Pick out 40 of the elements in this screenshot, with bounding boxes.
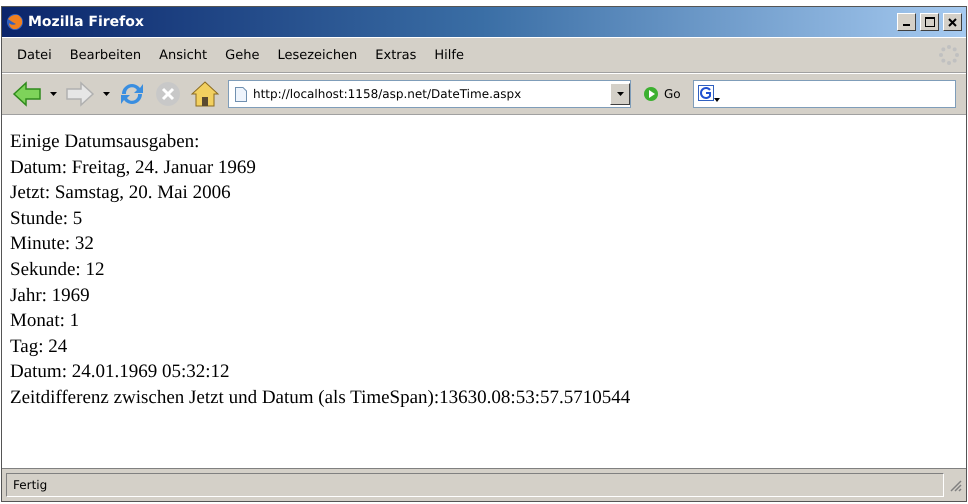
text-line: Minute: 32 bbox=[10, 232, 95, 256]
play-icon bbox=[643, 86, 659, 102]
home-icon[interactable] bbox=[190, 80, 220, 108]
menu-item[interactable]: Extras bbox=[366, 46, 426, 64]
caret-icon[interactable] bbox=[103, 92, 110, 96]
caret-icon[interactable] bbox=[50, 92, 57, 96]
menu-item[interactable]: Gehe bbox=[216, 46, 268, 64]
menu-item[interactable]: Lesezeichen bbox=[268, 46, 366, 64]
status-text: Fertig bbox=[6, 473, 944, 497]
text-line: Monat: 1 bbox=[10, 309, 80, 334]
text-line: Jahr: 1969 bbox=[10, 284, 91, 308]
address-text: http://localhost:1158/asp.net/DateTime.aspx bbox=[253, 87, 522, 101]
menu-item[interactable]: Hilfe bbox=[425, 46, 473, 64]
page-icon bbox=[235, 86, 247, 102]
minimize-button[interactable] bbox=[897, 13, 916, 31]
maximize-button[interactable] bbox=[920, 13, 939, 31]
back-arrow-icon[interactable] bbox=[12, 81, 42, 107]
text-line: Stunde: 5 bbox=[10, 206, 84, 231]
text-line: Tag: 24 bbox=[10, 334, 68, 359]
menu-item[interactable]: Bearbeiten bbox=[60, 46, 150, 64]
search-field[interactable] bbox=[692, 80, 956, 108]
text-line: Jetzt: Samstag, 20. Mai 2006 bbox=[10, 181, 232, 206]
caret-icon bbox=[616, 92, 624, 96]
close-icon bbox=[948, 18, 957, 26]
fox-globe-icon bbox=[6, 13, 24, 31]
text-line: Zeitdifferenz zwischen Jetzt und Datum (als TimeSpan):13630.08:53:57.5710544 bbox=[10, 386, 632, 410]
menu-item[interactable]: Datei bbox=[8, 46, 61, 64]
close-button[interactable] bbox=[943, 13, 962, 31]
text-line: Einige Datumsausgaben: bbox=[10, 130, 200, 154]
search-engine-icon[interactable] bbox=[698, 85, 722, 103]
text-line: Sekunde: 12 bbox=[10, 258, 106, 282]
menu-item[interactable]: Ansicht bbox=[150, 46, 216, 64]
dropdown-button[interactable] bbox=[610, 83, 630, 105]
go-button[interactable]: Go bbox=[639, 86, 685, 102]
window-title: Mozilla Firefox bbox=[28, 14, 145, 30]
address-field[interactable]: http://localhost:1158/asp.net/DateTime.aspx bbox=[228, 80, 631, 108]
text-line: Datum: Freitag, 24. Januar 1969 bbox=[10, 156, 257, 180]
text-line: Datum: 24.01.1969 05:32:12 bbox=[10, 360, 231, 384]
resize-grip-icon[interactable] bbox=[948, 478, 962, 492]
maximize-icon bbox=[924, 17, 934, 27]
